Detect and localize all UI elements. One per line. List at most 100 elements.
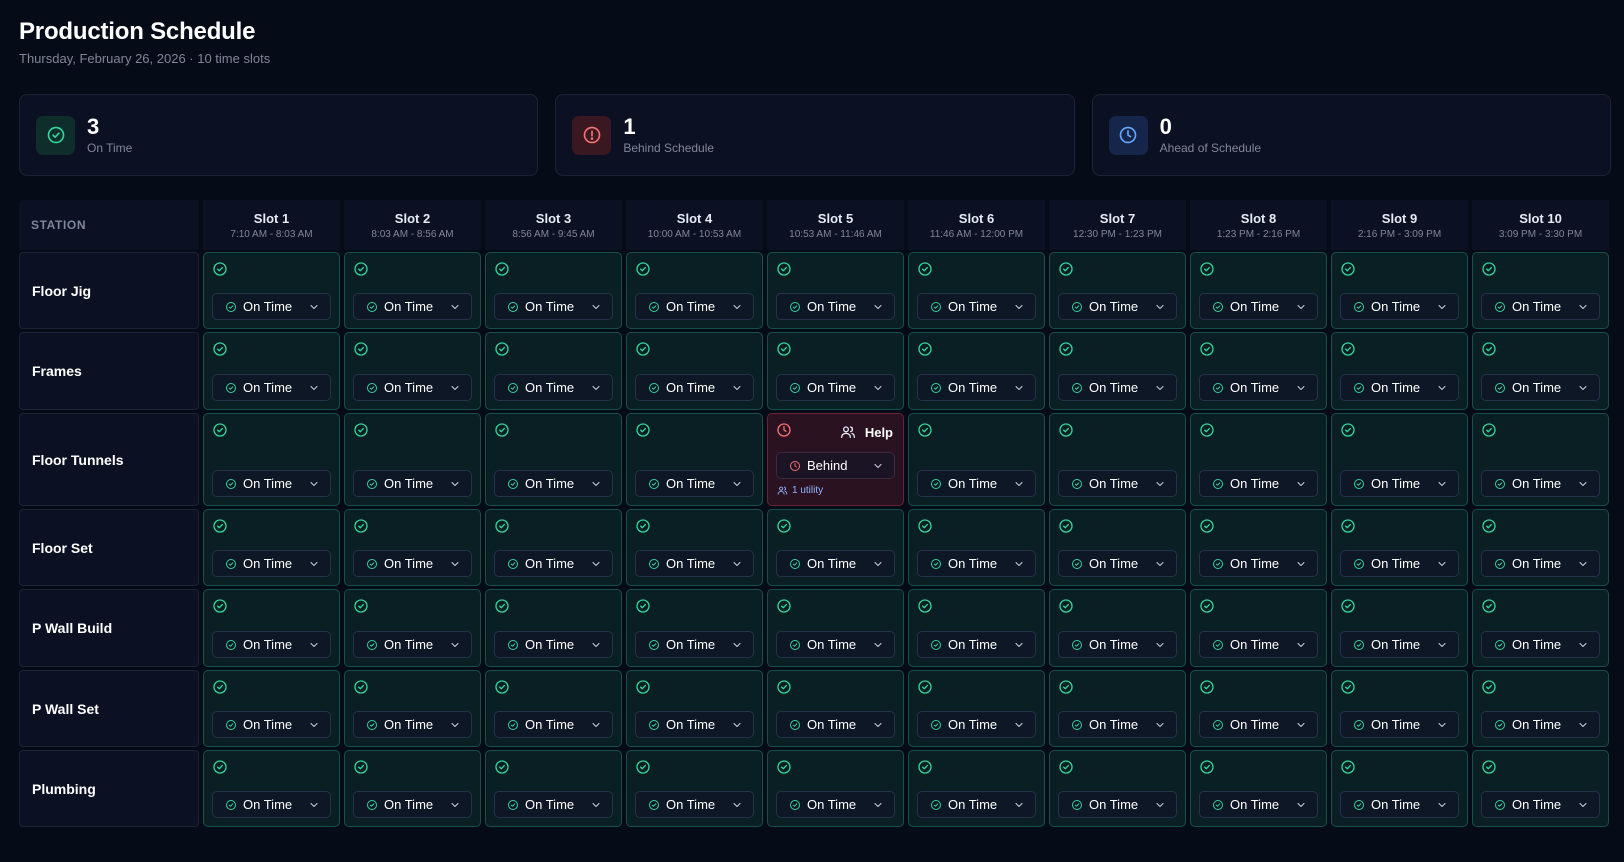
schedule-cell[interactable]: On Time [203,332,340,410]
schedule-cell[interactable]: On Time [626,332,763,410]
status-select[interactable]: On Time [353,631,472,658]
schedule-cell[interactable]: On Time [1472,332,1609,410]
schedule-cell[interactable]: On Time [767,509,904,586]
schedule-cell[interactable]: On Time [203,509,340,586]
status-select[interactable]: On Time [212,470,331,497]
schedule-cell[interactable]: On Time [203,589,340,667]
status-select[interactable]: On Time [1340,470,1459,497]
status-select[interactable]: On Time [1199,374,1318,401]
status-select[interactable]: On Time [917,550,1036,577]
schedule-cell[interactable]: On Time [344,589,481,667]
schedule-cell[interactable]: On Time [1190,750,1327,827]
status-select[interactable]: On Time [353,550,472,577]
schedule-cell[interactable]: On Time [1190,413,1327,506]
status-select[interactable]: On Time [1058,631,1177,658]
status-select[interactable]: On Time [353,791,472,818]
schedule-cell[interactable]: On Time [1190,509,1327,586]
status-select[interactable]: On Time [494,550,613,577]
status-select[interactable]: On Time [1058,550,1177,577]
status-select[interactable]: On Time [1199,550,1318,577]
schedule-cell[interactable]: On Time [1049,509,1186,586]
schedule-cell[interactable]: On Time [908,589,1045,667]
schedule-cell[interactable]: On Time [626,252,763,329]
status-select[interactable]: On Time [635,374,754,401]
status-select[interactable]: On Time [1481,791,1600,818]
status-select[interactable]: On Time [776,293,895,320]
status-select[interactable]: On Time [776,631,895,658]
status-select[interactable]: On Time [1340,791,1459,818]
status-select[interactable]: On Time [635,293,754,320]
schedule-cell[interactable]: On Time [344,509,481,586]
schedule-cell[interactable]: On Time [1331,332,1468,410]
schedule-cell[interactable]: On Time [485,670,622,747]
status-select[interactable]: On Time [1340,631,1459,658]
schedule-cell[interactable]: On Time [767,670,904,747]
schedule-cell[interactable]: On Time [1331,252,1468,329]
status-select[interactable]: On Time [353,374,472,401]
status-select[interactable]: On Time [1199,470,1318,497]
status-select[interactable]: On Time [1340,711,1459,738]
status-select[interactable]: On Time [635,791,754,818]
status-select[interactable]: On Time [917,631,1036,658]
schedule-cell[interactable]: On Time [767,252,904,329]
status-select[interactable]: On Time [1481,293,1600,320]
schedule-cell[interactable]: On Time [1472,670,1609,747]
schedule-cell[interactable]: On Time [908,670,1045,747]
schedule-cell[interactable]: Help Behind 1 utility [767,413,904,506]
schedule-cell[interactable]: On Time [908,750,1045,827]
status-select[interactable]: On Time [635,470,754,497]
schedule-cell[interactable]: On Time [485,413,622,506]
status-select[interactable]: On Time [353,711,472,738]
schedule-cell[interactable]: On Time [908,413,1045,506]
status-select[interactable]: Behind [776,452,895,479]
schedule-cell[interactable]: On Time [1331,750,1468,827]
schedule-cell[interactable]: On Time [908,509,1045,586]
schedule-cell[interactable]: On Time [1472,413,1609,506]
status-select[interactable]: On Time [1481,470,1600,497]
status-select[interactable]: On Time [635,711,754,738]
status-select[interactable]: On Time [1481,374,1600,401]
help-button[interactable]: Help [840,424,893,440]
schedule-cell[interactable]: On Time [1190,670,1327,747]
status-select[interactable]: On Time [1340,374,1459,401]
schedule-cell[interactable]: On Time [1331,413,1468,506]
status-select[interactable]: On Time [917,293,1036,320]
status-select[interactable]: On Time [353,470,472,497]
schedule-cell[interactable]: On Time [1472,252,1609,329]
status-select[interactable]: On Time [1058,711,1177,738]
status-select[interactable]: On Time [494,470,613,497]
status-select[interactable]: On Time [1199,791,1318,818]
status-select[interactable]: On Time [1340,293,1459,320]
schedule-cell[interactable]: On Time [767,589,904,667]
schedule-cell[interactable]: On Time [344,413,481,506]
schedule-cell[interactable]: On Time [344,750,481,827]
schedule-cell[interactable]: On Time [626,670,763,747]
schedule-cell[interactable]: On Time [485,332,622,410]
schedule-cell[interactable]: On Time [1331,670,1468,747]
status-select[interactable]: On Time [1199,293,1318,320]
status-select[interactable]: On Time [494,374,613,401]
status-select[interactable]: On Time [1058,374,1177,401]
status-select[interactable]: On Time [917,711,1036,738]
status-select[interactable]: On Time [1481,711,1600,738]
status-select[interactable]: On Time [494,631,613,658]
status-select[interactable]: On Time [1481,631,1600,658]
schedule-cell[interactable]: On Time [626,413,763,506]
status-select[interactable]: On Time [212,631,331,658]
schedule-cell[interactable]: On Time [203,413,340,506]
status-select[interactable]: On Time [1340,550,1459,577]
schedule-cell[interactable]: On Time [1331,589,1468,667]
schedule-cell[interactable]: On Time [908,252,1045,329]
status-select[interactable]: On Time [776,791,895,818]
status-select[interactable]: On Time [212,791,331,818]
schedule-cell[interactable]: On Time [1049,589,1186,667]
status-select[interactable]: On Time [212,374,331,401]
schedule-cell[interactable]: On Time [1472,589,1609,667]
status-select[interactable]: On Time [917,470,1036,497]
status-select[interactable]: On Time [1199,711,1318,738]
status-select[interactable]: On Time [776,374,895,401]
status-select[interactable]: On Time [212,293,331,320]
status-select[interactable]: On Time [776,711,895,738]
schedule-cell[interactable]: On Time [344,670,481,747]
schedule-cell[interactable]: On Time [1049,332,1186,410]
